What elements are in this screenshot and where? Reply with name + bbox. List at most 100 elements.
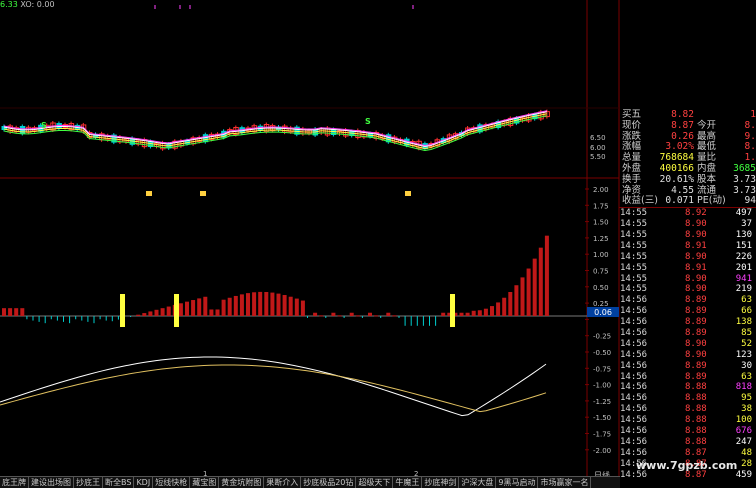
indicator-bar [410,316,412,326]
tick-row: 14:56 8.89 66 [619,306,756,317]
indicator-tab[interactable]: 9黑马启动 [496,477,539,488]
indicator-tab[interactable]: 沪深大盘 [459,477,497,488]
indicator-bar [544,235,549,316]
tick-volume: 38 [741,404,752,415]
indicator-bar [26,316,28,320]
indicator-tab[interactable]: 断全BS [103,477,135,488]
tick-price: 8.90 [685,251,707,262]
tick-volume: 95 [741,393,752,404]
tick-time: 14:56 [620,382,648,393]
tick-list[interactable]: 14:55 8.92 497 14:55 8.90 37 14:55 8.90 130 14:55… [619,208,756,480]
tick-row: 14:56 8.88 247 [619,437,756,448]
tick-time: 14:56 [620,360,648,371]
quote-value2: 94 [744,195,756,207]
indicator-tab[interactable]: 超级天下 [356,477,394,488]
indicator-tab[interactable]: 短线快枪 [153,477,191,488]
quote-label: 收益(三) [622,195,658,207]
indicator-bar [117,316,119,320]
tick-time: 14:56 [620,447,648,458]
tick-price: 8.91 [685,240,707,251]
tick-time: 14:56 [620,371,648,382]
tick-row: 14:55 8.90 219 [619,284,756,295]
indicator-axis-tick: 1.50 [593,219,609,227]
indicator-tab[interactable]: 抄底神剑 [422,477,460,488]
tick-volume: 226 [735,251,752,262]
indicator-axis-tick: -0.25 [593,333,611,341]
tick-volume: 818 [735,382,752,393]
tick-price: 8.90 [685,229,707,240]
tick-volume: 247 [735,436,752,447]
tick-time: 14:56 [620,393,648,404]
tick-price: 8.89 [685,306,707,317]
quote-rows: 买五 8.82 1 现价 8.87 今开 8. 涨跌 0.26 最高 9. 涨幅 3.02% 最低 8. 总量… [619,109,756,207]
indicator-tab[interactable]: 底王牌 [0,477,29,488]
hand-icon [200,191,206,196]
quote-panel: 买五 8.82 1 现价 8.87 今开 8. 涨跌 0.26 最高 9. 涨幅 3.02% 最低 8. 总量… [619,109,756,480]
indicator-bar [404,316,406,326]
indicator-bar [349,312,354,316]
tick-row: 14:56 8.88 95 [619,393,756,404]
indicator-tab[interactable]: 市场赢家一名 [538,477,592,488]
tick-row: 14:56 8.89 138 [619,317,756,328]
tick-row: 14:56 8.89 63 [619,295,756,306]
indicator-axis-tick: 0.50 [593,284,609,292]
tick-row: 14:56 8.89 30 [619,361,756,372]
tick-time: 14:55 [620,262,648,273]
indicator-bar [502,297,507,316]
tick-row: 14:56 8.88 676 [619,426,756,437]
indicator-bar [154,309,159,316]
indicator-bar [185,301,189,316]
indicator-lines [0,356,547,417]
watermark: www.7gpzb.com [636,459,738,472]
indicator-bar [526,268,531,316]
indicator-tab[interactable]: 牛魔王 [393,477,423,488]
tick-time: 14:55 [620,229,648,240]
tick-row: 14:56 8.89 63 [619,372,756,383]
indicator-bar [471,310,476,316]
quote-label: 换手 [622,173,642,185]
quote-value2: 8. [744,119,756,131]
indicator-axis-tick: 0.75 [593,268,609,276]
tick-volume: 85 [741,327,752,338]
tick-price: 8.89 [685,327,707,338]
indicator-axis-tick: 1.75 [593,202,609,210]
indicator-tab[interactable]: 果断介入 [264,477,302,488]
indicator-tab[interactable]: 抄底王 [74,477,103,488]
indicator-tab[interactable]: 抄底极品20钻 [301,477,357,488]
indicator-bar [270,292,275,316]
tick-row: 14:56 8.88 38 [619,404,756,415]
indicator-tab[interactable]: 藏宝图 [190,477,220,488]
indicator-bar [99,316,101,320]
indicator-bar [239,294,244,316]
indicator-bar [8,308,13,316]
tick-row: 14:55 8.91 151 [619,241,756,252]
hand-icon [405,191,411,196]
tick-row: 14:56 8.90 123 [619,350,756,361]
indicator-bar [294,298,299,316]
indicator-bar [221,299,226,316]
indicator-bar [44,316,46,324]
indicator-bar [319,315,324,317]
tick-volume: 130 [735,229,752,240]
quote-label: 现价 [622,119,642,131]
tick-price: 8.90 [685,219,707,230]
tick-price: 8.88 [685,382,707,393]
indicator-tab[interactable]: 建设出场图 [29,477,74,488]
tick-price: 8.88 [685,425,707,436]
tick-row: 14:56 8.90 52 [619,339,756,350]
indicator-bar [374,315,379,317]
tick-volume: 497 [735,208,752,219]
quote-value: 20.61% [659,173,694,185]
tick-volume: 48 [741,447,752,458]
indicator-axis-tick: 2.00 [593,186,609,194]
tick-time: 14:56 [620,404,648,415]
indicator-tab[interactable]: 黄金坑附图 [219,477,265,488]
indicator-bar [81,316,83,321]
indicator-bar [441,312,446,316]
indicator-bar [160,308,165,316]
quote-label2: 股本 [697,173,717,185]
tick-time: 14:56 [620,425,648,436]
indicator-tab[interactable]: KDJ [134,477,154,488]
tick-price: 8.88 [685,415,707,426]
tick-row: 14:55 8.90 226 [619,252,756,263]
